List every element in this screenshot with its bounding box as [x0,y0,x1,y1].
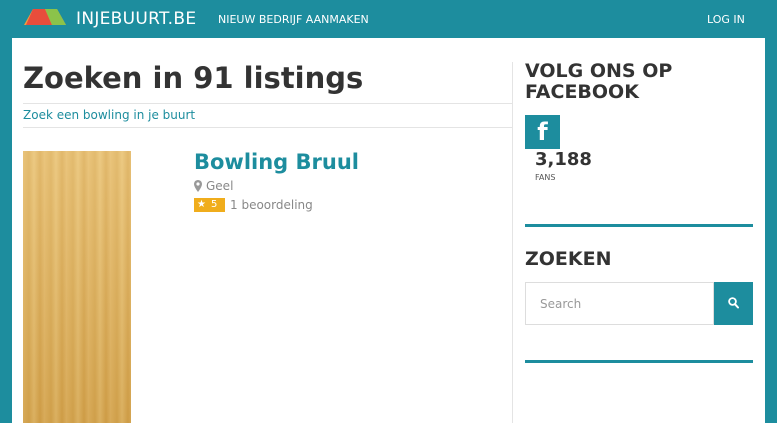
listing-title-link[interactable]: Bowling Bruul [194,149,359,175]
facebook-fan-count: 3,188 [535,149,592,170]
star-icon: ★ [197,199,206,210]
nav-login-link[interactable]: LOG IN [707,13,745,26]
site-logo-text[interactable]: INJEBUURT.BE [76,9,196,29]
facebook-widget-title: VOLG ONS OP FACEBOOK [525,60,673,103]
facebook-icon[interactable]: f [525,115,560,149]
search-icon [728,297,739,309]
top-navigation-bar: INJEBUURT.BE NIEUW BEDRIJF AANMAKEN LOG … [0,0,777,38]
sidebar-divider [525,224,753,227]
rating-badge: ★ 5 [194,198,225,212]
logo-icon[interactable] [24,9,66,25]
search-input[interactable] [525,282,714,325]
divider [23,127,512,128]
subheading-link[interactable]: Zoek een bowling in je buurt [23,108,195,123]
review-count: 1 beoordeling [230,198,313,212]
search-widget-title: ZOEKEN [525,248,612,270]
search-button[interactable] [714,282,753,325]
facebook-fans-label: FANS [535,173,556,182]
page-title: Zoeken in 91 listings [23,61,364,95]
column-divider [512,62,513,423]
thumbnail-overlay [23,151,131,423]
divider [23,103,512,104]
page-container: Zoeken in 91 listings Zoek een bowling i… [12,38,765,423]
location-text: Geel [206,179,234,193]
nav-new-business-link[interactable]: NIEUW BEDRIJF AANMAKEN [218,13,369,26]
sidebar-divider [525,360,753,363]
rating-value: 5 [211,199,218,210]
listing-thumbnail[interactable] [23,151,131,423]
map-pin-icon [194,180,202,192]
